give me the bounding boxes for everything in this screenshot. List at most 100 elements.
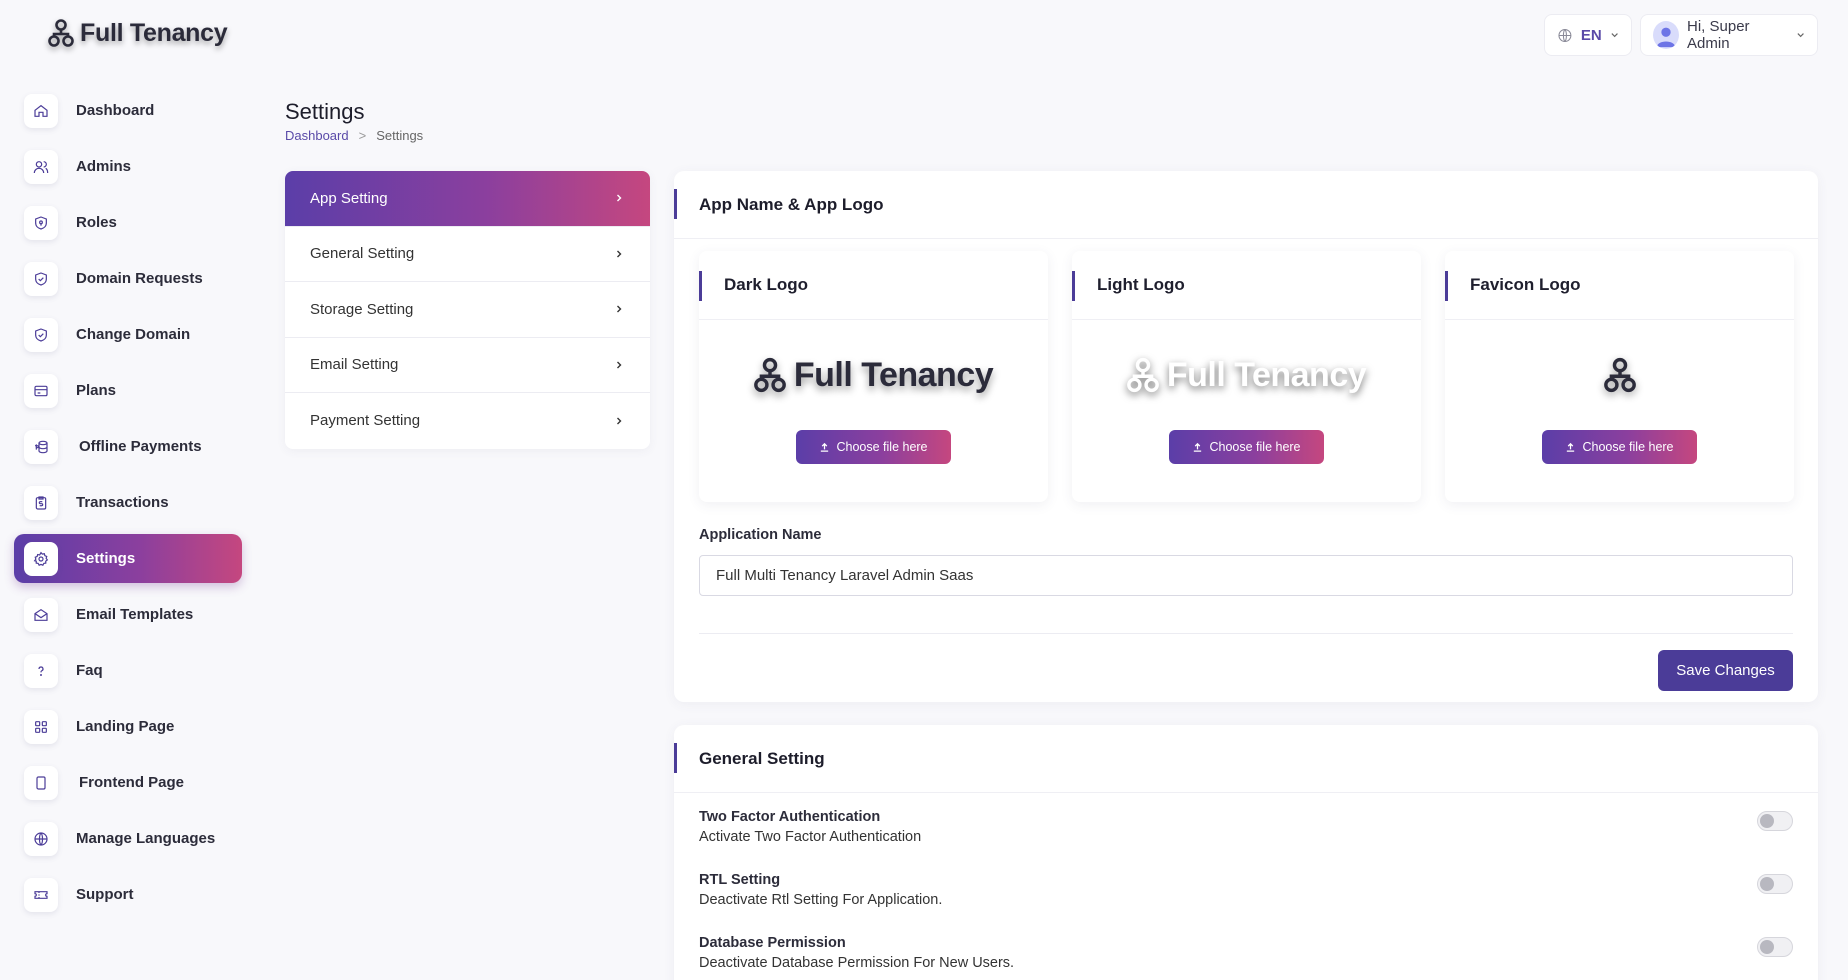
dark-logo-box: Dark Logo Full Tenancy Choose file here	[699, 251, 1048, 502]
breadcrumb-current: Settings	[376, 128, 424, 143]
settings-menu-storage-setting[interactable]: Storage Setting	[285, 282, 650, 338]
page-title: Settings	[285, 99, 365, 124]
settings-menu-general-setting[interactable]: General Setting	[285, 227, 650, 282]
brand-logo[interactable]: Full Tenancy	[48, 18, 228, 48]
app-name-input[interactable]	[699, 555, 1793, 596]
sidebar-item-dashboard[interactable]: Dashboard	[14, 86, 242, 135]
clipboard-icon	[24, 485, 58, 520]
general-setting-card: General Setting Two Factor Authenticatio…	[674, 725, 1818, 980]
sidebar-item-domain-requests[interactable]: Domain Requests	[14, 254, 242, 303]
option-title: Database Permission	[699, 935, 846, 951]
chevron-right-icon	[617, 417, 622, 425]
sidebar-item-offline-payments[interactable]: Offline Payments	[14, 422, 242, 471]
sidebar-item-transactions[interactable]: Transactions	[14, 478, 242, 527]
divider	[699, 633, 1793, 634]
upload-button-label: Choose file here	[836, 440, 928, 454]
breadcrumb-home-link[interactable]: Dashboard	[285, 128, 349, 143]
save-changes-button[interactable]: Save Changes	[1658, 650, 1793, 691]
sidebar-item-frontend-page[interactable]: Frontend Page	[14, 758, 242, 807]
sidebar-item-admins[interactable]: Admins	[14, 142, 242, 191]
sidebar-item-label: Domain Requests	[76, 270, 203, 287]
upload-icon	[1194, 442, 1202, 452]
favicon-logo-box: Favicon Logo Choose file here	[1445, 251, 1794, 502]
language-selector[interactable]: EN	[1544, 14, 1632, 56]
sidebar-item-label: Frontend Page	[79, 774, 185, 791]
tenancy-logo-icon	[753, 357, 786, 393]
sidebar-item-label: Offline Payments	[79, 438, 202, 455]
user-menu[interactable]: Hi, Super Admin	[1640, 14, 1818, 56]
sidebar-item-email-templates[interactable]: Email Templates	[14, 590, 242, 639]
light-logo-upload-button[interactable]: Choose file here	[1169, 430, 1324, 464]
settings-menu-label: General Setting	[310, 245, 415, 263]
option-description: Deactivate Database Permission For New U…	[699, 955, 1015, 971]
settings-menu-label: App Setting	[310, 189, 388, 207]
settings-menu-label: Storage Setting	[310, 300, 414, 318]
shield-check-icon	[24, 317, 58, 352]
settings-menu: App Setting General Setting Storage Sett…	[285, 171, 650, 449]
dark-logo-title: Dark Logo	[699, 251, 1048, 320]
favicon-logo-upload-button[interactable]: Choose file here	[1542, 430, 1697, 464]
card-icon	[24, 373, 58, 408]
home-icon	[24, 93, 58, 128]
chevron-right-icon	[617, 361, 622, 369]
sidebar-item-change-domain[interactable]: Change Domain	[14, 310, 242, 359]
users-icon	[24, 149, 58, 184]
tenancy-logo-icon	[1603, 357, 1636, 393]
two-factor-toggle[interactable]	[1757, 811, 1793, 831]
user-greeting: Hi, Super Admin	[1687, 18, 1750, 52]
dark-logo-upload-button[interactable]: Choose file here	[796, 430, 951, 464]
option-two-factor: Two Factor Authentication Activate Two F…	[699, 809, 1793, 845]
sidebar-item-label: Admins	[76, 158, 132, 175]
sidebar-item-label: Transactions	[76, 494, 169, 511]
sidebar-item-label: Manage Languages	[76, 830, 216, 847]
sidebar-item-label: Email Templates	[76, 606, 194, 623]
user-avatar-icon	[1656, 27, 1676, 48]
option-title: Two Factor Authentication	[699, 809, 881, 825]
light-logo-title: Light Logo	[1072, 251, 1421, 320]
option-description: Deactivate Rtl Setting For Application.	[699, 892, 943, 908]
gear-icon	[24, 541, 58, 576]
chevron-down-icon	[1797, 33, 1804, 38]
breadcrumb-separator: >	[358, 128, 367, 143]
settings-menu-email-setting[interactable]: Email Setting	[285, 338, 650, 393]
sidebar-item-roles[interactable]: Roles	[14, 198, 242, 247]
rtl-toggle[interactable]	[1757, 874, 1793, 894]
globe-icon	[1558, 28, 1572, 42]
tablet-icon	[24, 765, 58, 800]
chevron-right-icon	[617, 250, 622, 258]
sidebar-item-faq[interactable]: Faq	[14, 646, 242, 695]
option-database-permission: Database Permission Deactivate Database …	[699, 935, 1793, 971]
card-title: App Name & App Logo	[674, 171, 1818, 239]
avatar	[1653, 21, 1680, 49]
favicon-logo-title: Favicon Logo	[1445, 251, 1794, 320]
option-rtl: RTL Setting Deactivate Rtl Setting For A…	[699, 872, 1793, 908]
database-permission-toggle[interactable]	[1757, 937, 1793, 957]
sidebar-item-support[interactable]: Support	[14, 870, 242, 919]
dark-logo-text: Full Tenancy	[793, 355, 994, 394]
chevron-down-icon	[1611, 33, 1618, 38]
top-controls: EN Hi, Super Admin	[1544, 14, 1818, 56]
sidebar-item-label: Support	[76, 886, 134, 903]
settings-menu-app-setting[interactable]: App Setting	[285, 171, 650, 227]
sidebar-item-landing-page[interactable]: Landing Page	[14, 702, 242, 751]
sidebar-item-manage-languages[interactable]: Manage Languages	[14, 814, 242, 863]
light-logo-preview: Full Tenancy	[1072, 320, 1421, 430]
sidebar-item-label: Roles	[76, 214, 117, 231]
upload-icon	[821, 442, 829, 452]
sidebar-item-label: Dashboard	[76, 102, 155, 119]
settings-menu-label: Email Setting	[310, 356, 399, 374]
dark-logo-preview: Full Tenancy	[699, 320, 1048, 430]
settings-menu-payment-setting[interactable]: Payment Setting	[285, 393, 650, 449]
sidebar-item-plans[interactable]: Plans	[14, 366, 242, 415]
sidebar-item-settings[interactable]: Settings	[14, 534, 242, 583]
grid-icon	[24, 709, 58, 744]
option-description: Activate Two Factor Authentication	[699, 829, 922, 845]
light-logo-box: Light Logo Full Tenancy Choose file here	[1072, 251, 1421, 502]
ticket-icon	[24, 877, 58, 912]
sidebar-item-label: Landing Page	[76, 718, 175, 735]
money-icon	[24, 429, 58, 464]
favicon-logo-preview	[1445, 320, 1794, 430]
question-icon	[24, 653, 58, 688]
brand-name: Full Tenancy	[80, 18, 228, 47]
sidebar-item-label: Faq	[76, 662, 103, 679]
